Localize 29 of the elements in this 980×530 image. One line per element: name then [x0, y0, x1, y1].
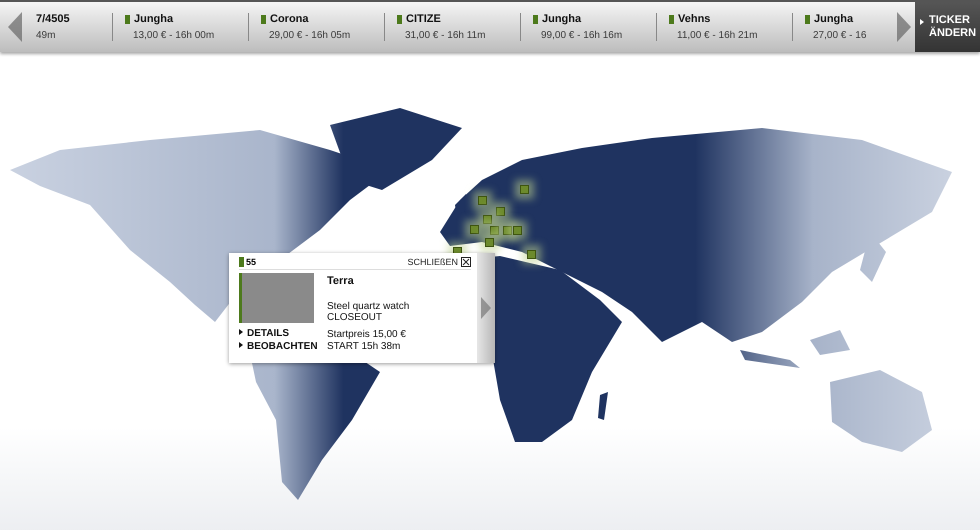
ticker-item-detail: 31,00 € - 16h 11m [404, 30, 486, 41]
ticker-item-title[interactable]: CITIZE [406, 13, 441, 25]
start-price: Startpreis 15,00 € [327, 328, 407, 341]
ticker-item-title[interactable]: Vehns [678, 13, 710, 25]
popup-link[interactable]: BEOBACHTEN [239, 340, 315, 353]
ticker-item-detail: 11,00 € - 16h 21m [676, 30, 758, 41]
item-status: CLOSEOUT [327, 312, 384, 323]
close-button[interactable]: SCHLIEßEN [407, 257, 471, 267]
close-icon [461, 257, 471, 267]
ticker-item-title[interactable]: 7/4505 [36, 13, 70, 25]
start-time: START 15h 38m [327, 341, 402, 352]
triangle-icon [239, 329, 243, 335]
next-arrow-icon[interactable] [481, 297, 491, 319]
ticker-item-detail: 99,00 € - 16h 16m [540, 30, 624, 41]
popup-link[interactable]: DETAILS [239, 327, 315, 340]
ticker-change-button[interactable]: TICKER ÄNDERN [915, 2, 980, 52]
triangle-icon [920, 19, 924, 25]
ticker-item-detail: 29,00 € - 16h 05m [268, 30, 352, 41]
lot-number: 55 [239, 257, 256, 267]
item-title: Terra [327, 276, 355, 287]
triangle-icon [239, 342, 243, 348]
ticker-item-title[interactable]: Jungha [814, 13, 854, 25]
ticker-item-title[interactable]: Jungha [542, 13, 582, 25]
ticker-item-title[interactable]: Jungha [134, 13, 174, 25]
item-description: Steel quartz watch [327, 301, 410, 312]
ticker-item-title[interactable]: Corona [270, 13, 308, 25]
ticker-item-detail: 49m [36, 30, 56, 41]
ticker-item-detail: 27,00 € - 16 [812, 30, 868, 41]
ticker-item-detail: 13,00 € - 16h 00m [132, 30, 216, 41]
